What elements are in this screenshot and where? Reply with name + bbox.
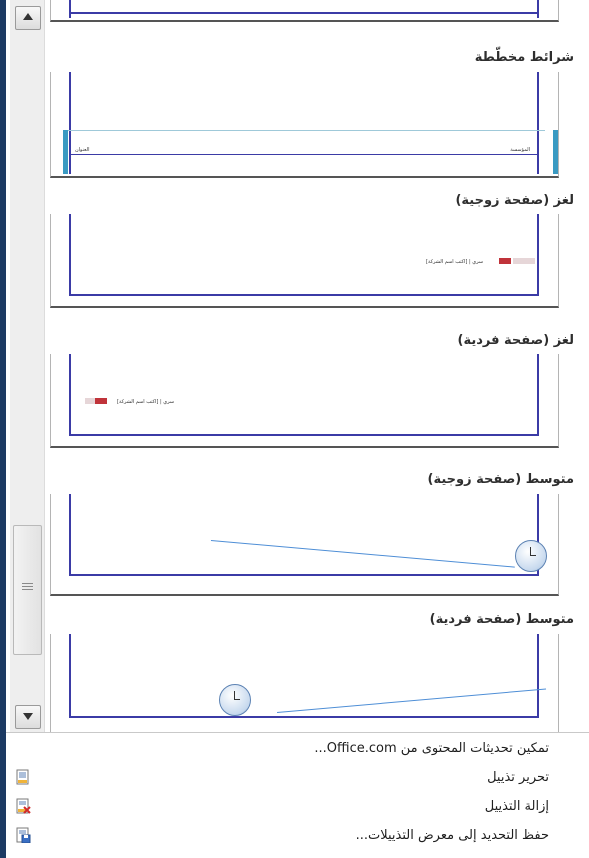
footer-thumbnail-puzzle-even[interactable]: [اكتب اسم الشركة] | سري	[50, 214, 559, 308]
scroll-up-button[interactable]	[15, 6, 41, 30]
section-heading: متوسط (صفحة فردية)	[429, 612, 574, 627]
grip-icon	[22, 583, 33, 584]
footer-gallery: شرائط مخطّطة العنوان المؤسسة لغز (صفحة ز…	[48, 0, 583, 732]
menu-edit-footer[interactable]: تحرير تذييل	[487, 770, 549, 785]
scroll-thumb[interactable]	[13, 525, 42, 655]
menu-enable-office-updates[interactable]: تمكين تحديثات المحتوى من Office.com...	[314, 741, 549, 756]
footer-thumbnail-partial[interactable]	[50, 0, 559, 22]
menu-save-to-gallery[interactable]: حفظ التحديد إلى معرض التذييلات...	[356, 828, 549, 843]
arrow-down-icon	[23, 713, 33, 720]
section-heading: شرائط مخطّطة	[474, 50, 574, 65]
section-heading: لغز (صفحة زوجية)	[455, 193, 574, 208]
footer-menu: تمكين تحديثات المحتوى من Office.com... ت…	[6, 732, 589, 858]
footer-thumbnail-medium-odd[interactable]	[50, 634, 559, 732]
section-heading: متوسط (صفحة زوجية)	[427, 472, 574, 487]
scroll-down-button[interactable]	[15, 705, 41, 729]
thumb-caption: [اكتب اسم الشركة] | سري	[426, 259, 484, 265]
vertical-scrollbar[interactable]	[10, 0, 45, 732]
footer-thumbnail-striped[interactable]: العنوان المؤسسة	[50, 72, 559, 178]
section-heading: لغز (صفحة فردية)	[457, 333, 574, 348]
thumb-left-text: العنوان	[75, 147, 90, 153]
arrow-up-icon	[23, 13, 33, 20]
menu-remove-footer[interactable]: إزالة التذييل	[485, 799, 549, 814]
thumb-right-text: المؤسسة	[510, 147, 530, 153]
thumb-caption: [اكتب اسم الشركة] | سري	[117, 399, 175, 405]
remove-footer-icon	[16, 798, 31, 814]
clock-icon	[515, 540, 547, 572]
footer-thumbnail-puzzle-odd[interactable]: [اكتب اسم الشركة] | سري	[50, 354, 559, 448]
edit-footer-icon	[16, 769, 29, 785]
clock-icon	[219, 684, 251, 716]
save-selection-icon	[16, 827, 31, 843]
footer-thumbnail-medium-even[interactable]	[50, 494, 559, 596]
